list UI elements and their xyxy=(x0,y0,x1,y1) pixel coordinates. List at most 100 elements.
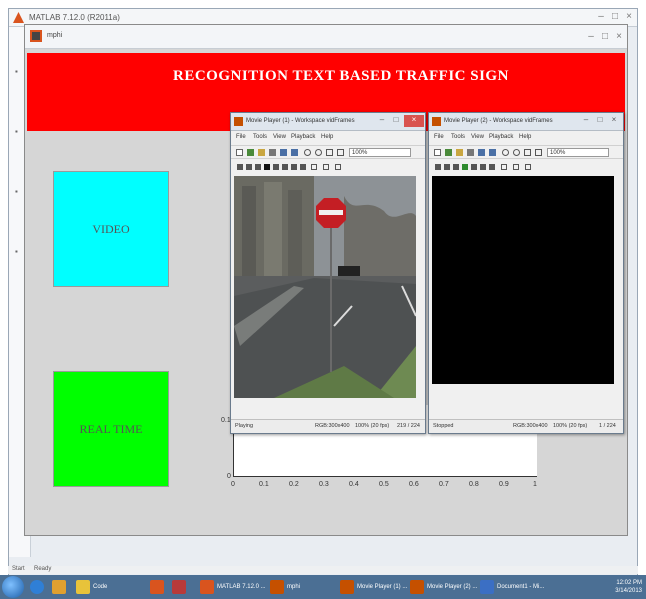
player-title: Movie Player (2) - Workspace vidFrames xyxy=(444,118,553,124)
taskbar-ie[interactable] xyxy=(30,577,44,597)
fast-forward-icon[interactable] xyxy=(282,164,288,170)
rewind-icon[interactable] xyxy=(453,164,459,170)
menu-playback[interactable]: Playback xyxy=(489,134,513,140)
minimize-icon[interactable]: – xyxy=(375,115,389,127)
menu-help[interactable]: Help xyxy=(321,134,333,140)
folder-icon xyxy=(52,580,66,594)
video-frame xyxy=(234,176,416,398)
taskbar-item-player1[interactable]: Movie Player (1) ... xyxy=(340,577,407,597)
go-to-last-icon[interactable] xyxy=(489,164,495,170)
zoom-out-icon[interactable] xyxy=(315,149,322,156)
jump-to-icon[interactable] xyxy=(501,164,507,170)
go-to-first-icon[interactable] xyxy=(237,164,243,170)
player-toolbar: 100% xyxy=(231,145,425,159)
x-tick-label: 0.6 xyxy=(409,481,419,488)
taskbar-item-mphi[interactable]: mphi xyxy=(270,577,300,597)
minimize-icon[interactable]: – xyxy=(579,115,593,127)
tool-icon[interactable] xyxy=(489,149,496,156)
start-label[interactable]: Start xyxy=(12,566,25,572)
movie-player-icon xyxy=(234,117,243,126)
zoom-select[interactable]: 100% xyxy=(349,148,411,157)
minimize-icon[interactable]: – xyxy=(595,11,607,22)
fast-forward-icon[interactable] xyxy=(471,164,477,170)
print-icon[interactable] xyxy=(467,149,474,156)
close-icon[interactable]: × xyxy=(623,11,635,22)
zoom-in-icon[interactable] xyxy=(502,149,509,156)
menu-file[interactable]: File xyxy=(236,134,246,140)
menu-file[interactable]: File xyxy=(434,134,444,140)
export-icon[interactable] xyxy=(258,149,265,156)
x-tick-label: 0.4 xyxy=(349,481,359,488)
taskbar-item-word[interactable]: Document1 - Mi... xyxy=(480,577,544,597)
building-column xyxy=(264,182,282,278)
menu-help[interactable]: Help xyxy=(519,134,531,140)
close-icon[interactable]: × xyxy=(607,115,621,127)
taskbar-item-code[interactable]: Code xyxy=(76,577,107,597)
repeat-icon[interactable] xyxy=(525,164,531,170)
x-tick-label: 0.5 xyxy=(379,481,389,488)
go-to-first-icon[interactable] xyxy=(435,164,441,170)
tool-icon[interactable] xyxy=(478,149,485,156)
close-icon[interactable]: × xyxy=(404,115,424,127)
maximize-icon[interactable]: □ xyxy=(593,115,607,127)
real-time-button[interactable]: REAL TIME xyxy=(53,371,169,487)
print-icon[interactable] xyxy=(269,149,276,156)
clock-time: 12:02 PM xyxy=(616,580,642,586)
stop-icon[interactable] xyxy=(264,164,270,170)
start-button[interactable] xyxy=(2,576,24,598)
loop-icon[interactable] xyxy=(513,164,519,170)
step-forward-icon[interactable] xyxy=(480,164,486,170)
maximize-icon[interactable]: □ xyxy=(599,31,611,42)
zoom-select[interactable]: 100% xyxy=(547,148,609,157)
loop-icon[interactable] xyxy=(323,164,329,170)
go-to-last-icon[interactable] xyxy=(300,164,306,170)
x-tick-label: 0.3 xyxy=(319,481,329,488)
tool-icon[interactable] xyxy=(280,149,287,156)
taskbar-item-matlab[interactable]: MATLAB 7.12.0 ... xyxy=(200,577,266,597)
tool-icon[interactable] xyxy=(291,149,298,156)
open-icon[interactable] xyxy=(445,149,452,156)
maximize-icon[interactable]: □ xyxy=(389,115,403,127)
play-icon[interactable] xyxy=(462,164,468,170)
taskbar-item[interactable] xyxy=(52,577,66,597)
taskbar-label: Document1 - Mi... xyxy=(497,584,545,590)
open-icon[interactable] xyxy=(247,149,254,156)
repeat-icon[interactable] xyxy=(335,164,341,170)
movie-player-icon xyxy=(410,580,424,594)
menu-tools[interactable]: Tools xyxy=(451,134,465,140)
taskbar-label: Movie Player (1) ... xyxy=(357,584,408,590)
menu-tools[interactable]: Tools xyxy=(253,134,267,140)
video-button[interactable]: VIDEO xyxy=(53,171,169,287)
figure-title: mphi xyxy=(47,32,63,39)
folder-icon xyxy=(76,580,90,594)
minimize-icon[interactable]: – xyxy=(585,31,597,42)
close-icon[interactable]: × xyxy=(613,31,625,42)
maximize-icon[interactable]: □ xyxy=(609,11,621,22)
new-icon[interactable] xyxy=(236,149,243,156)
new-icon[interactable] xyxy=(434,149,441,156)
system-clock[interactable]: 12:02 PM 3/14/2013 xyxy=(615,579,642,595)
zoom-in-icon[interactable] xyxy=(304,149,311,156)
taskbar-item-player2[interactable]: Movie Player (2) ... xyxy=(410,577,477,597)
pan-icon[interactable] xyxy=(524,149,531,156)
figure-title-bar: mphi – □ × xyxy=(25,25,627,49)
fit-icon[interactable] xyxy=(337,149,344,156)
movie-player-2: Movie Player (2) - Workspace vidFrames –… xyxy=(428,112,624,434)
export-icon[interactable] xyxy=(456,149,463,156)
menu-view[interactable]: View xyxy=(273,134,286,140)
y-tick-label: 0 xyxy=(227,473,231,480)
fit-icon[interactable] xyxy=(535,149,542,156)
rewind-icon[interactable] xyxy=(255,164,261,170)
play-icon[interactable] xyxy=(273,164,279,170)
step-forward-icon[interactable] xyxy=(291,164,297,170)
x-tick-label: 0 xyxy=(231,481,235,488)
pan-icon[interactable] xyxy=(326,149,333,156)
step-back-icon[interactable] xyxy=(444,164,450,170)
taskbar-item[interactable] xyxy=(150,577,164,597)
jump-to-icon[interactable] xyxy=(311,164,317,170)
menu-view[interactable]: View xyxy=(471,134,484,140)
step-back-icon[interactable] xyxy=(246,164,252,170)
zoom-out-icon[interactable] xyxy=(513,149,520,156)
taskbar-item[interactable] xyxy=(172,577,186,597)
menu-playback[interactable]: Playback xyxy=(291,134,315,140)
